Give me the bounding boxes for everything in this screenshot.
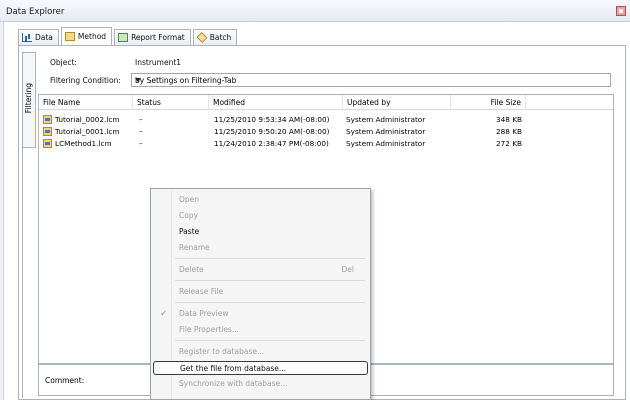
- menu-separator: [175, 258, 365, 259]
- tab-strip: Data Method Report Format Batch: [18, 27, 238, 45]
- list-header: File Name Status Modified Updated by Fil…: [39, 95, 613, 110]
- file-size: 288 KB: [495, 127, 522, 136]
- file-modified: 11/25/2010 9:50:20 AM(-08:00): [214, 127, 330, 136]
- object-value: Instrument1: [135, 58, 182, 67]
- method-file-icon: [43, 127, 52, 136]
- menu-item-data-preview-label: Data Preview: [179, 309, 229, 318]
- checkmark-icon: ✓: [160, 309, 168, 319]
- report-icon: [118, 33, 129, 42]
- data-explorer-window: Data Explorer Data Method Report Format …: [0, 0, 630, 400]
- file-name: Tutorial_0001.lcm: [55, 127, 120, 136]
- file-modified: 11/24/2010 2:38:47 PM(-08:00): [214, 139, 329, 148]
- batch-icon: [196, 32, 208, 43]
- tab-method-label: Method: [77, 32, 107, 41]
- menu-item-copy[interactable]: Copy: [153, 209, 368, 223]
- file-status: –: [139, 127, 143, 136]
- file-status: –: [139, 139, 143, 148]
- tab-report-format[interactable]: Report Format: [114, 29, 191, 45]
- left-edge: [0, 22, 4, 400]
- column-modified[interactable]: Modified: [209, 95, 343, 110]
- menu-separator: [175, 302, 365, 303]
- menu-item-release-file[interactable]: Release File: [153, 285, 368, 299]
- filter-value: by Settings on Filtering-Tab: [135, 76, 237, 85]
- file-size: 348 KB: [495, 115, 522, 124]
- comment-label: Comment:: [45, 376, 85, 385]
- menu-separator: [175, 340, 365, 341]
- menu-item-synchronize[interactable]: Synchronize with database...: [153, 377, 368, 391]
- menu-item-delete-label: Delete: [179, 265, 204, 274]
- side-divider: [22, 148, 23, 398]
- close-icon[interactable]: [616, 6, 626, 16]
- side-tab-filtering[interactable]: Filtering: [22, 52, 36, 148]
- column-file-size[interactable]: File Size: [451, 95, 526, 110]
- file-name: LCMethod1.lcm: [55, 139, 112, 148]
- tab-data-label: Data: [35, 33, 53, 42]
- file-updated-by: System Administrator: [346, 139, 426, 148]
- file-updated-by: System Administrator: [346, 115, 426, 124]
- tab-data[interactable]: Data: [18, 29, 59, 45]
- menu-item-get-file[interactable]: Get the file from database...: [153, 361, 368, 375]
- table-row[interactable]: LCMethod1.lcm – 11/24/2010 2:38:47 PM(-0…: [39, 138, 613, 149]
- tab-batch-label: Batch: [209, 33, 232, 42]
- menu-separator: [175, 280, 365, 281]
- menu-item-register[interactable]: Register to database...: [153, 345, 368, 359]
- delete-shortcut: Del: [341, 265, 354, 274]
- file-modified: 11/25/2010 9:53:34 AM(-08:00): [214, 115, 330, 124]
- chart-icon: [22, 33, 32, 42]
- window-title: Data Explorer: [6, 7, 65, 17]
- menu-item-delete[interactable]: Delete Del: [153, 263, 368, 277]
- method-icon: [64, 32, 75, 41]
- title-bar: Data Explorer: [0, 0, 630, 22]
- file-size: 272 KB: [495, 139, 522, 148]
- table-row[interactable]: Tutorial_0001.lcm – 11/25/2010 9:50:20 A…: [39, 126, 613, 137]
- file-status: –: [139, 115, 143, 124]
- table-row[interactable]: Tutorial_0002.lcm – 11/25/2010 9:53:34 A…: [39, 114, 613, 125]
- tab-report-format-label: Report Format: [131, 33, 185, 42]
- tab-batch[interactable]: Batch: [192, 29, 238, 45]
- column-status[interactable]: Status: [133, 95, 209, 110]
- tab-method[interactable]: Method: [60, 27, 113, 45]
- menu-item-paste[interactable]: Paste: [153, 225, 368, 239]
- menu-item-data-preview[interactable]: ✓ Data Preview: [153, 307, 368, 321]
- file-name: Tutorial_0002.lcm: [55, 115, 120, 124]
- menu-item-file-properties[interactable]: File Properties...: [153, 323, 368, 337]
- menu-item-open[interactable]: Open: [153, 193, 368, 207]
- object-label: Object:: [50, 58, 77, 67]
- menu-item-rename[interactable]: Rename: [153, 241, 368, 255]
- file-updated-by: System Administrator: [346, 127, 426, 136]
- method-file-icon: [43, 115, 52, 124]
- filter-label: Filtering Condition:: [50, 76, 121, 85]
- chevron-down-icon[interactable]: [135, 78, 141, 82]
- context-menu: Open Copy Paste Rename Delete Del Releas…: [150, 188, 371, 400]
- side-tab-label: Filtering: [24, 83, 33, 114]
- column-file-name[interactable]: File Name: [39, 95, 133, 110]
- method-file-icon: [43, 139, 52, 148]
- column-updated-by[interactable]: Updated by: [343, 95, 451, 110]
- filter-dropdown[interactable]: by Settings on Filtering-Tab: [131, 73, 611, 87]
